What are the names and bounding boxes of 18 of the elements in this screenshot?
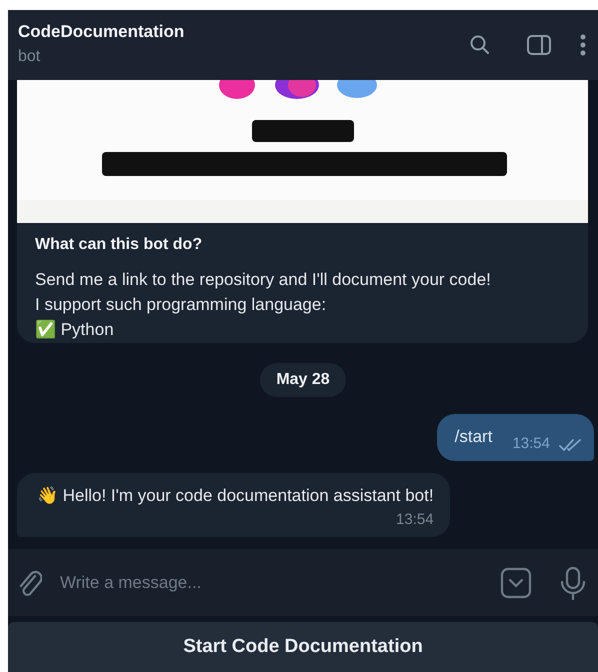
keyboard-toggle-icon[interactable] [500,566,532,598]
microphone-icon[interactable] [560,566,586,600]
chat-title: CodeDocumentation [18,21,186,43]
card-text-line: I support such programming language: [35,294,326,316]
message-text: 👋 Hello! I'm your code documentation assistant bot! [37,485,434,507]
search-icon[interactable] [468,33,492,57]
card-text-line: Send me a link to the repository and I'll document your code! [35,269,491,291]
more-options-icon[interactable] [580,33,586,57]
message-time: 13:54 [396,510,434,530]
message-composer[interactable]: Write a message... [8,549,598,616]
card-text-line: ✅ Python [35,318,114,341]
date-separator: May 28 [260,362,346,396]
sidebar-toggle-icon[interactable] [526,33,552,57]
card-heading: What can this bot do? [35,235,204,255]
keyboard-button[interactable]: Start Code Documentation [8,622,598,672]
message-time: 13:54 [512,434,550,454]
message-text: /start [454,426,492,448]
chat-status: bot [18,47,42,67]
